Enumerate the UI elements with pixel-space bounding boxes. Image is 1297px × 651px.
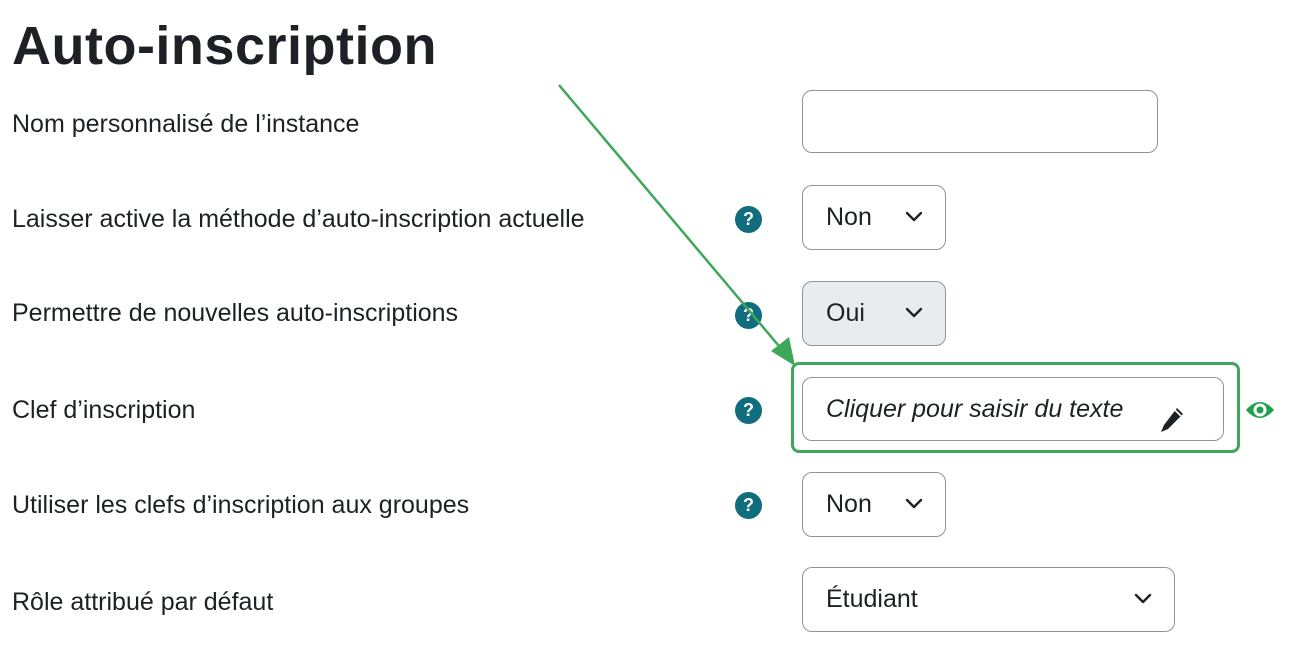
help-icon[interactable]: ? xyxy=(735,492,762,519)
allow-new-label: Permettre de nouvelles auto-inscriptions xyxy=(12,299,459,327)
keep-active-select[interactable]: Non xyxy=(802,185,946,250)
group-keys-label: Utiliser les clefs d’inscription aux gro… xyxy=(12,491,470,519)
enrol-key-label: Clef d’inscription xyxy=(12,396,196,424)
chevron-down-icon xyxy=(905,186,923,248)
enrol-key-placeholder: Cliquer pour saisir du texte xyxy=(826,395,1124,423)
default-role-label: Rôle attribué par défaut xyxy=(12,588,274,616)
eye-icon[interactable] xyxy=(1244,396,1276,429)
default-role-value: Étudiant xyxy=(826,585,918,613)
instance-name-input[interactable] xyxy=(802,90,1158,153)
enrol-key-inline-edit[interactable]: Cliquer pour saisir du texte xyxy=(802,377,1224,441)
help-icon[interactable]: ? xyxy=(735,206,762,233)
keep-active-value: Non xyxy=(826,203,872,231)
help-icon[interactable]: ? xyxy=(735,397,762,424)
pencil-icon xyxy=(1159,395,1185,457)
instance-name-label: Nom personnalisé de l’instance xyxy=(12,110,360,138)
chevron-down-icon xyxy=(1134,568,1152,630)
keep-active-label: Laisser active la méthode d’auto-inscrip… xyxy=(12,205,585,233)
group-keys-select[interactable]: Non xyxy=(802,472,946,537)
chevron-down-icon xyxy=(905,282,923,344)
group-keys-value: Non xyxy=(826,490,872,518)
chevron-down-icon xyxy=(905,473,923,535)
page-title: Auto-inscription xyxy=(12,16,437,76)
default-role-select[interactable]: Étudiant xyxy=(802,567,1175,632)
help-icon[interactable]: ? xyxy=(735,302,762,329)
allow-new-select[interactable]: Oui xyxy=(802,281,946,346)
allow-new-value: Oui xyxy=(826,299,865,327)
